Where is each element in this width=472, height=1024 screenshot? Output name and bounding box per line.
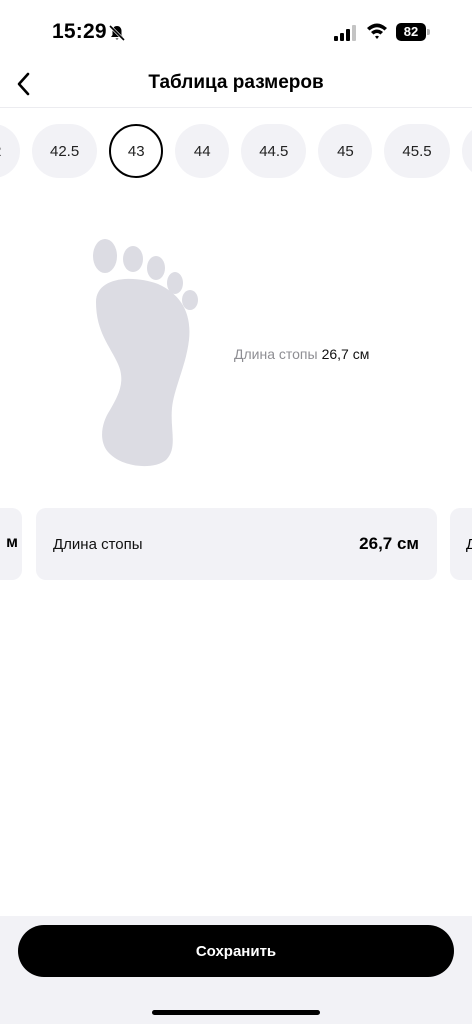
size-chip-partial[interactable] (461, 124, 472, 178)
toe-5 (182, 290, 198, 310)
size-selector[interactable]: 42 42.5 43 44 44.5 45 45.5 (0, 124, 472, 180)
bottom-panel: Сохранить (0, 916, 472, 1024)
measurement-cards[interactable]: м Длина стопы 26,7 см Д (0, 508, 472, 582)
card-fragment-text: Д (466, 536, 472, 553)
save-button[interactable]: Сохранить (18, 925, 454, 977)
size-chip[interactable]: 42 (0, 124, 20, 178)
card-label: Длина стопы (53, 536, 143, 553)
navigation-bar: Таблица размеров (0, 62, 472, 108)
size-chip[interactable]: 45.5 (384, 124, 450, 178)
card-fragment-text: м (6, 534, 18, 551)
size-track: 42 42.5 43 44 44.5 45 45.5 (0, 124, 472, 178)
size-chip[interactable]: 44 (175, 124, 230, 178)
wifi-icon (367, 23, 387, 39)
battery-icon: 82 (396, 23, 430, 41)
foot-length-label: Длина стопы (234, 346, 318, 362)
page-title: Таблица размеров (148, 72, 324, 93)
cellular-signal-icon (334, 25, 356, 41)
battery-level: 82 (396, 23, 426, 41)
toe-3 (147, 256, 165, 280)
size-chip[interactable]: 45 (318, 124, 373, 178)
battery-tip (427, 29, 430, 35)
measurement-card-previous[interactable]: м (0, 508, 22, 580)
size-chip[interactable]: 44.5 (241, 124, 307, 178)
foot-sole (96, 278, 190, 467)
measurement-card-next[interactable]: Д (450, 508, 472, 580)
toe-2 (123, 246, 143, 272)
big-toe (93, 239, 117, 273)
card-value: 26,7 см (359, 534, 419, 553)
size-chip-selected[interactable]: 43 (109, 124, 164, 178)
status-time: 15:29 (52, 20, 107, 43)
bell-slash-icon (108, 24, 126, 42)
home-indicator[interactable] (152, 1010, 320, 1015)
foot-length-caption: Длина стопы 26,7 см (234, 346, 369, 362)
size-chip[interactable]: 42.5 (32, 124, 98, 178)
measurement-card[interactable]: Длина стопы 26,7 см (36, 508, 437, 580)
foot-icon (93, 239, 198, 467)
foot-length-value: 26,7 см (321, 346, 370, 362)
status-bar: 15:29 82 (0, 0, 472, 64)
